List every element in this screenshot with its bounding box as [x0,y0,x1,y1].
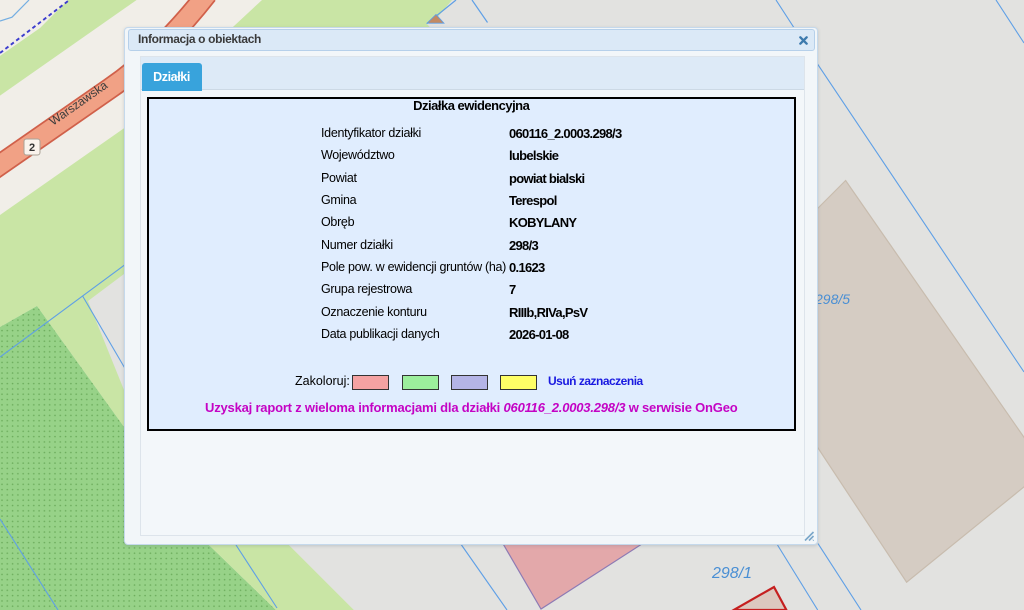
svg-text:2: 2 [29,142,35,154]
svg-text:298/1: 298/1 [711,565,752,582]
svg-text:298/5: 298/5 [814,291,850,307]
